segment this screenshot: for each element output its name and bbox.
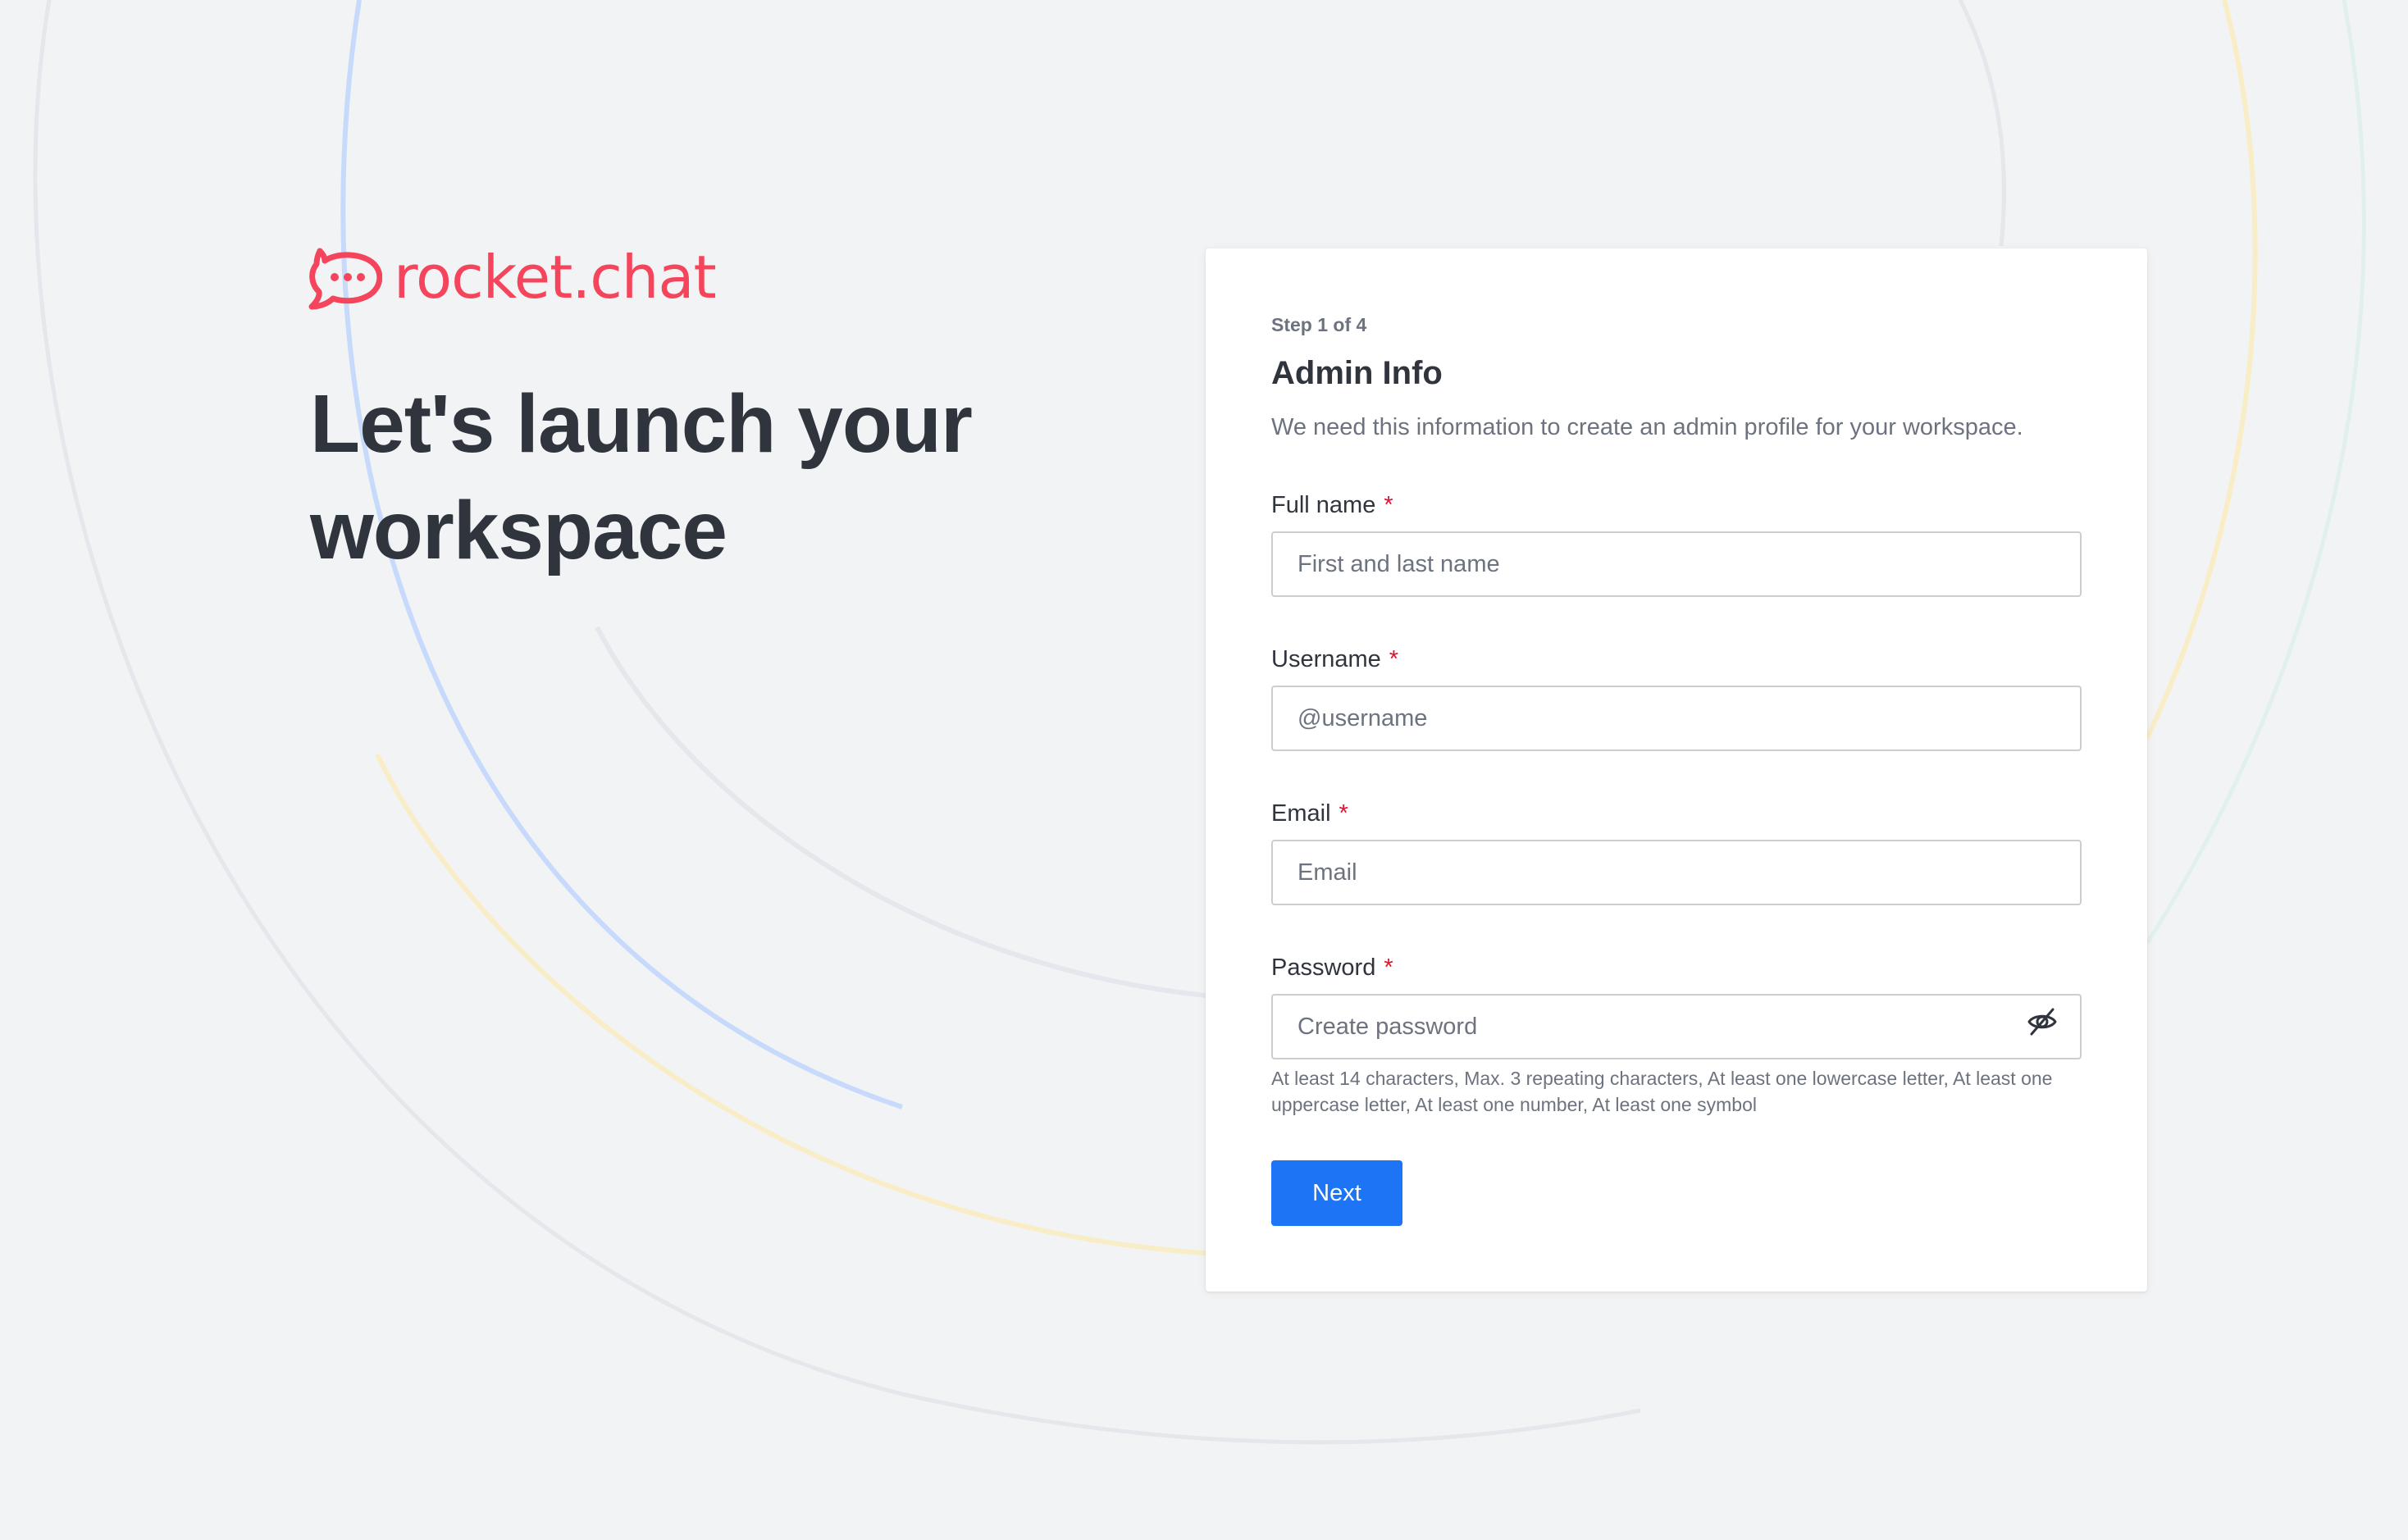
required-marker: * xyxy=(1384,955,1393,981)
required-marker: * xyxy=(1389,646,1399,672)
logo-text: rocket.chat xyxy=(394,243,717,312)
username-label-text: Username xyxy=(1271,646,1381,672)
step-indicator: Step 1 of 4 xyxy=(1271,314,1367,335)
full-name-label-text: Full name xyxy=(1271,492,1376,518)
password-label: Password * xyxy=(1271,955,1393,982)
full-name-label: Full name * xyxy=(1271,492,1393,519)
admin-info-card: Step 1 of 4 Admin Info We need this info… xyxy=(1206,248,2147,1292)
eye-off-icon[interactable] xyxy=(2026,1005,2059,1038)
hero-title: Let's launch your workspace xyxy=(310,378,973,576)
next-button[interactable]: Next xyxy=(1271,1160,1402,1226)
form-title: Admin Info xyxy=(1271,355,1443,391)
username-label: Username * xyxy=(1271,646,1398,673)
form-description: We need this information to create an ad… xyxy=(1271,414,2023,440)
rocket-chat-logo-icon xyxy=(308,248,382,310)
email-label: Email * xyxy=(1271,800,1348,827)
required-marker: * xyxy=(1339,800,1348,827)
username-input[interactable] xyxy=(1271,686,2082,751)
required-marker: * xyxy=(1384,492,1393,518)
full-name-input[interactable] xyxy=(1271,531,2082,597)
email-label-text: Email xyxy=(1271,800,1331,827)
rocket-chat-logo: rocket.chat xyxy=(308,243,717,312)
password-input[interactable] xyxy=(1271,994,2082,1059)
password-label-text: Password xyxy=(1271,955,1376,981)
password-requirements: At least 14 characters, Max. 3 repeating… xyxy=(1271,1068,2053,1115)
email-input[interactable] xyxy=(1271,840,2082,905)
